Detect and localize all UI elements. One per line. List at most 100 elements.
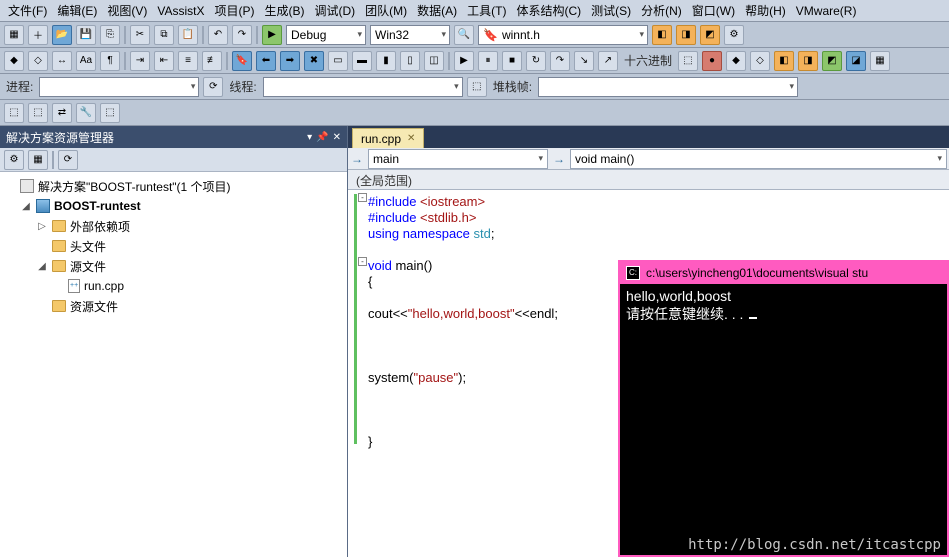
process-combo[interactable] [39, 77, 199, 97]
copy-button[interactable]: ⧉ [154, 25, 174, 45]
paste-button[interactable]: 📋 [178, 25, 198, 45]
layout-btn-4[interactable]: ▯ [400, 51, 420, 71]
open-button[interactable]: 📂 [52, 25, 72, 45]
step-out-button[interactable]: ↗ [598, 51, 618, 71]
external-deps-node[interactable]: ▷ 外部依赖项 [4, 216, 343, 236]
misc-btn-4[interactable]: 🔧 [76, 103, 96, 123]
menu-tools[interactable]: 工具(T) [463, 0, 510, 21]
scope-arrow-icon[interactable]: → [348, 152, 366, 166]
dbg-ext-1[interactable]: ◆ [726, 51, 746, 71]
scope-right-combo[interactable]: void main() [570, 149, 947, 169]
misc-btn-3[interactable]: ⇄ [52, 103, 72, 123]
redo-button[interactable]: ↷ [232, 25, 252, 45]
show-all-button[interactable]: ▦ [28, 150, 48, 170]
menu-window[interactable]: 窗口(W) [688, 0, 739, 21]
find-combo[interactable]: 🔖winnt.h [478, 25, 648, 45]
menu-architecture[interactable]: 体系结构(C) [512, 0, 585, 21]
va-btn-2[interactable]: ◇ [28, 51, 48, 71]
properties-button[interactable]: ⚙ [4, 150, 24, 170]
ext-btn-2[interactable]: ◨ [676, 25, 696, 45]
ext-btn-4[interactable]: ⚙ [724, 25, 744, 45]
console-titlebar[interactable]: C: c:\users\yincheng01\documents\visual … [620, 262, 947, 284]
platform-combo[interactable]: Win32 [370, 25, 450, 45]
bookmark-button[interactable]: 🔖 [232, 51, 252, 71]
config-combo[interactable]: Debug [286, 25, 366, 45]
va-btn-4[interactable]: Aa [76, 51, 96, 71]
new-project-button[interactable]: ▦ [4, 25, 24, 45]
start-button[interactable]: ▶ [262, 25, 282, 45]
dbg-play-button[interactable]: ▶ [454, 51, 474, 71]
va-btn-3[interactable]: ↔ [52, 51, 72, 71]
clear-bookmarks-button[interactable]: ✖ [304, 51, 324, 71]
ext-btn-3[interactable]: ◩ [700, 25, 720, 45]
menu-team[interactable]: 团队(M) [361, 0, 411, 21]
solution-node[interactable]: 解决方案"BOOST-runtest"(1 个项目) [4, 176, 343, 196]
save-button[interactable]: 💾 [76, 25, 96, 45]
find-in-files-button[interactable]: 🔍 [454, 25, 474, 45]
layout-btn-2[interactable]: ▬ [352, 51, 372, 71]
panel-close-icon[interactable]: ✕ [333, 132, 341, 143]
ext-btn-1[interactable]: ◧ [652, 25, 672, 45]
step-over-button[interactable]: ↷ [550, 51, 570, 71]
collapse-icon[interactable]: ◢ [20, 201, 32, 212]
collapse-icon[interactable]: ◢ [36, 261, 48, 272]
misc-btn-1[interactable]: ⬚ [4, 103, 24, 123]
save-all-button[interactable]: ⎘ [100, 25, 120, 45]
menu-edit[interactable]: 编辑(E) [53, 0, 101, 21]
console-window[interactable]: C: c:\users\yincheng01\documents\visual … [618, 260, 949, 557]
expand-icon[interactable]: ▷ [36, 221, 48, 232]
step-into-button[interactable]: ↘ [574, 51, 594, 71]
source-file-node[interactable]: run.cpp [4, 276, 343, 296]
tab-run-cpp[interactable]: run.cpp ✕ [352, 128, 424, 148]
dbg-ext-4[interactable]: ◨ [798, 51, 818, 71]
undo-button[interactable]: ↶ [208, 25, 228, 45]
menu-file[interactable]: 文件(F) [4, 0, 51, 21]
uncomment-button[interactable]: ≢ [202, 51, 222, 71]
thread-combo[interactable] [263, 77, 463, 97]
fold-icon[interactable]: - [358, 257, 367, 266]
menu-data[interactable]: 数据(A) [413, 0, 461, 21]
dbg-ext-5[interactable]: ◩ [822, 51, 842, 71]
next-bookmark-button[interactable]: ➡ [280, 51, 300, 71]
process-refresh[interactable]: ⟳ [203, 77, 223, 97]
cut-button[interactable]: ✂ [130, 25, 150, 45]
solution-tree[interactable]: 解决方案"BOOST-runtest"(1 个项目) ◢ BOOST-runte… [0, 172, 347, 557]
dbg-ext-6[interactable]: ◪ [846, 51, 866, 71]
hex-toggle[interactable]: ⬚ [678, 51, 698, 71]
tab-close-icon[interactable]: ✕ [407, 133, 415, 144]
panel-pin-icon[interactable]: 📌 [316, 132, 328, 143]
misc-btn-5[interactable]: ⬚ [100, 103, 120, 123]
layout-btn-1[interactable]: ▭ [328, 51, 348, 71]
thread-btn[interactable]: ⬚ [467, 77, 487, 97]
outdent-button[interactable]: ⇤ [154, 51, 174, 71]
menu-debug[interactable]: 调试(D) [310, 0, 359, 21]
misc-btn-2[interactable]: ⬚ [28, 103, 48, 123]
dbg-pause-button[interactable]: ⏸ [478, 51, 498, 71]
breakpoint-button[interactable]: ● [702, 51, 722, 71]
comment-button[interactable]: ≡ [178, 51, 198, 71]
menu-view[interactable]: 视图(V) [103, 0, 151, 21]
dbg-ext-2[interactable]: ◇ [750, 51, 770, 71]
indent-button[interactable]: ⇥ [130, 51, 150, 71]
menu-test[interactable]: 测试(S) [587, 0, 635, 21]
dbg-stop-button[interactable]: ■ [502, 51, 522, 71]
sources-node[interactable]: ◢ 源文件 [4, 256, 343, 276]
menu-build[interactable]: 生成(B) [260, 0, 308, 21]
menu-analyze[interactable]: 分析(N) [637, 0, 686, 21]
layout-btn-5[interactable]: ◫ [424, 51, 444, 71]
va-btn-5[interactable]: ¶ [100, 51, 120, 71]
va-btn-1[interactable]: ◆ [4, 51, 24, 71]
menu-help[interactable]: 帮助(H) [741, 0, 790, 21]
panel-dropdown-icon[interactable]: ▾ [307, 132, 312, 143]
headers-node[interactable]: 头文件 [4, 236, 343, 256]
dbg-ext-7[interactable]: ▦ [870, 51, 890, 71]
menu-vassistx[interactable]: VAssistX [153, 2, 208, 20]
stack-combo[interactable] [538, 77, 798, 97]
refresh-button[interactable]: ⟳ [58, 150, 78, 170]
dbg-ext-3[interactable]: ◧ [774, 51, 794, 71]
menu-project[interactable]: 项目(P) [210, 0, 258, 21]
layout-btn-3[interactable]: ▮ [376, 51, 396, 71]
scope-left-combo[interactable]: main [368, 149, 548, 169]
add-item-button[interactable]: ＋ [28, 25, 48, 45]
menu-vmware[interactable]: VMware(R) [792, 2, 861, 20]
